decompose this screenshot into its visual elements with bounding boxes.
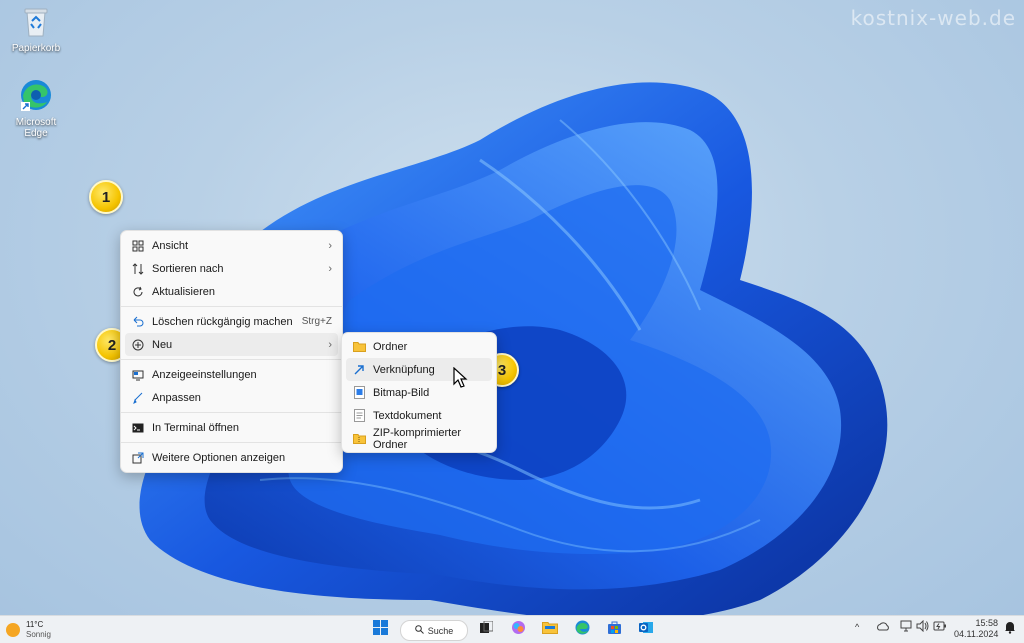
recycle-bin-icon [4, 6, 68, 41]
menu-item-display-settings[interactable]: Anzeigeeinstellungen [121, 363, 342, 386]
desktop-icon-label: Papierkorb [11, 43, 61, 54]
search-box[interactable]: Suche [400, 620, 468, 641]
watermark: kostnix-web.de [850, 6, 1016, 30]
tray-overflow-chevron[interactable]: ^ [855, 622, 859, 632]
menu-separator [121, 359, 342, 360]
more-options-icon [131, 451, 145, 465]
menu-item-label: Aktualisieren [152, 285, 215, 298]
clock-time: 15:58 [975, 618, 998, 628]
terminal-icon [131, 421, 145, 435]
edge-icon [4, 78, 68, 115]
desktop-icon-edge[interactable]: Microsoft Edge [4, 78, 68, 139]
refresh-icon [131, 285, 145, 299]
shortcut-arrow-icon [352, 363, 366, 377]
desktop[interactable]: kostnix-web.de Papierkorb Microsoft Edge… [0, 0, 1024, 615]
task-view-button[interactable] [477, 620, 495, 639]
desktop-icon-label: Microsoft Edge [15, 117, 57, 139]
menu-item-label: Löschen rückgängig machen [152, 315, 293, 328]
menu-item-open-terminal[interactable]: In Terminal öffnen [121, 416, 342, 439]
menu-item-label: Weitere Optionen anzeigen [152, 451, 286, 464]
submenu-item-zip[interactable]: ZIP-komprimierter Ordner [342, 426, 496, 451]
menu-item-label: Verknüpfung [373, 363, 435, 376]
menu-item-label: Textdokument [373, 409, 442, 422]
outlook-button[interactable] [637, 620, 655, 639]
submenu-item-verknuepfung[interactable]: Verknüpfung [346, 358, 492, 381]
weather-temp: 11°C [26, 619, 44, 629]
menu-item-more-options[interactable]: Weitere Optionen anzeigen [121, 446, 342, 469]
network-icon[interactable] [900, 620, 912, 634]
menu-item-label: Bitmap-Bild [373, 386, 430, 399]
sort-icon [131, 262, 145, 276]
menu-item-label: ZIP-komprimierter Ordner [373, 426, 462, 451]
submenu-neu: Ordner Verknüpfung Bitmap-Bild Textdokum… [341, 332, 497, 453]
desktop-icon-recycle-bin[interactable]: Papierkorb [4, 6, 68, 54]
display-icon [131, 368, 145, 382]
bitmap-icon [352, 386, 366, 400]
clock-date: 04.11.2024 [954, 629, 999, 639]
menu-item-label: Ansicht [152, 239, 189, 252]
task-view-icon [479, 620, 493, 639]
taskbar: 11°C Sonnig Suche ^ 15:58 04.11.2024 [0, 615, 1024, 643]
submenu-item-textdokument[interactable]: Textdokument [342, 404, 496, 427]
shortcut-label: Strg+Z [301, 316, 332, 327]
clock[interactable]: 15:58 04.11.2024 [954, 618, 998, 640]
menu-item-label: Anpassen [152, 391, 201, 404]
weather-desc: Sonnig [26, 629, 51, 639]
chevron-right-icon: › [328, 239, 332, 252]
edge-taskbar-button[interactable] [573, 620, 591, 639]
weather-widget[interactable]: 11°C Sonnig [6, 620, 60, 639]
folder-icon [542, 621, 558, 639]
outlook-icon [638, 620, 654, 640]
menu-separator [121, 412, 342, 413]
chevron-right-icon: › [328, 262, 332, 275]
notification-bell-icon[interactable] [1004, 621, 1016, 636]
undo-icon [131, 315, 145, 329]
context-menu: Ansicht › Sortieren nach › Aktualisieren… [120, 230, 343, 473]
edge-icon [575, 620, 590, 640]
volume-icon[interactable] [916, 619, 929, 634]
copilot-button[interactable] [509, 620, 527, 639]
menu-separator [121, 442, 342, 443]
plus-circle-icon [131, 338, 145, 352]
zip-folder-icon [352, 432, 366, 446]
windows-icon [372, 619, 388, 640]
copilot-icon [511, 620, 526, 640]
file-explorer-button[interactable] [541, 620, 559, 639]
menu-item-label: Neu [152, 338, 173, 351]
submenu-item-bitmap[interactable]: Bitmap-Bild [342, 381, 496, 404]
menu-item-undo-delete[interactable]: Löschen rückgängig machen Strg+Z [121, 310, 342, 333]
grid-icon [131, 239, 145, 253]
mouse-cursor-icon [453, 366, 469, 394]
chevron-right-icon: › [328, 338, 332, 351]
menu-item-neu[interactable]: Neu › [125, 333, 338, 356]
battery-icon[interactable] [933, 620, 947, 634]
sun-icon [6, 622, 20, 637]
menu-item-label: Anzeigeeinstellungen [152, 368, 257, 381]
store-button[interactable] [605, 620, 623, 639]
brush-icon [131, 391, 145, 405]
menu-item-ansicht[interactable]: Ansicht › [121, 234, 342, 257]
search-label: Suche [427, 625, 454, 636]
menu-item-aktualisieren[interactable]: Aktualisieren [121, 280, 342, 303]
step-badge-1: 1 [89, 180, 123, 214]
menu-item-label: In Terminal öffnen [152, 421, 240, 434]
menu-separator [121, 306, 342, 307]
menu-item-label: Ordner [373, 340, 408, 353]
menu-item-sortieren[interactable]: Sortieren nach › [121, 257, 342, 280]
submenu-item-ordner[interactable]: Ordner [342, 335, 496, 358]
store-icon [607, 620, 622, 640]
menu-item-personalize[interactable]: Anpassen [121, 386, 342, 409]
search-icon [414, 625, 424, 636]
menu-item-label: Sortieren nach [152, 262, 224, 275]
text-document-icon [352, 409, 366, 423]
onedrive-icon[interactable] [876, 621, 890, 633]
folder-icon [352, 340, 366, 354]
start-button[interactable] [370, 619, 390, 640]
